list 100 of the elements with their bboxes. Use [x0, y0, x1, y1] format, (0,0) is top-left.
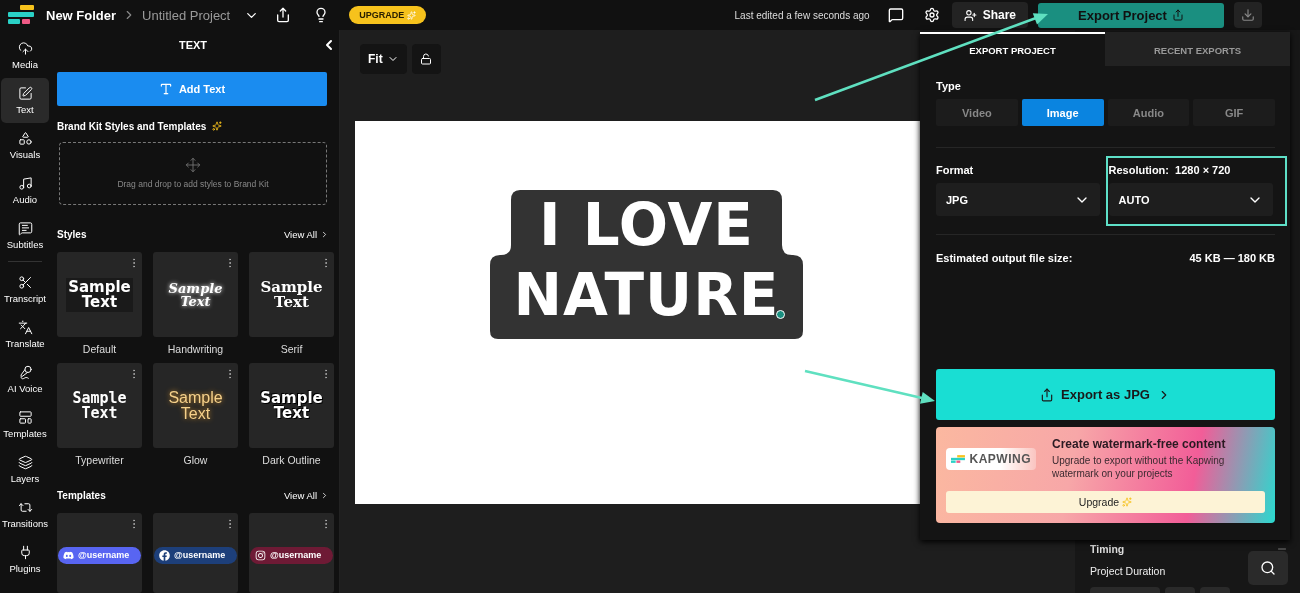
section-title: Styles	[57, 229, 87, 240]
nav-item[interactable]: Visuals	[1, 123, 49, 168]
style-label: Handwriting	[167, 343, 224, 355]
nav-item[interactable]: Media	[1, 33, 49, 78]
brand-kit-dropzone[interactable]: Drag and drop to add styles to Brand Kit	[59, 141, 327, 205]
zoom-dropdown[interactable]: Fit	[360, 44, 407, 74]
download-button[interactable]	[1234, 2, 1262, 28]
search-button[interactable]	[1248, 551, 1288, 585]
cloud-upload-icon	[17, 41, 33, 56]
selection-handle[interactable]	[776, 310, 785, 319]
move-icon	[185, 157, 201, 174]
project-title[interactable]: Untitled Project	[142, 7, 231, 23]
field-label: Format	[936, 164, 975, 176]
panel-tab[interactable]: RECENT EXPORTS	[1105, 32, 1290, 66]
export-button[interactable]: Export as JPG	[936, 369, 1275, 420]
upgrade-button[interactable]: UPGRADE	[349, 6, 427, 24]
style-card[interactable]: Sample Text	[153, 252, 238, 337]
instagram-icon	[255, 549, 266, 561]
unlock-icon	[420, 53, 433, 65]
comment-icon[interactable]	[887, 7, 904, 23]
promo-text: Upgrade to export without the Kapwing watermark on your projects	[1052, 454, 1226, 480]
nav-item[interactable]: Audio	[1, 168, 49, 213]
nav-item[interactable]: Transcript	[1, 267, 49, 312]
sample-text: Sample Text	[168, 281, 223, 308]
discord-icon	[63, 549, 74, 561]
sticker-text: NATURE	[513, 260, 780, 330]
type-option[interactable]: Image	[1021, 99, 1104, 126]
speech-bubble-icon	[17, 221, 33, 236]
folder-link[interactable]: New Folder	[46, 7, 117, 23]
nav-item[interactable]: AI Voice	[1, 357, 49, 402]
nav-item[interactable]: Text	[1, 78, 49, 123]
nav-item[interactable]: Translate	[1, 312, 49, 357]
nav-item[interactable]: Plugins	[1, 537, 49, 582]
template-card[interactable]: @username	[57, 513, 142, 593]
field-label: Type	[936, 80, 962, 92]
style-card[interactable]: Sample Text	[57, 252, 142, 337]
repeat-icon	[17, 500, 33, 515]
layers-icon	[17, 455, 33, 470]
sample-text: Sample Text	[66, 277, 133, 312]
scissors-icon	[17, 275, 33, 290]
size-value: 45 KB — 180 KB	[1189, 252, 1275, 264]
size-label: Estimated output file size:	[936, 252, 1073, 264]
microphone-icon	[17, 365, 33, 380]
kapwing-logo: KAPWING	[946, 447, 1036, 470]
style-card[interactable]: Sample Text	[249, 363, 334, 448]
type-option[interactable]: Video	[936, 99, 1018, 126]
canvas[interactable]: I LOVE NATURE	[355, 121, 920, 504]
chevron-right-icon	[320, 230, 329, 239]
chevron-right-icon	[320, 491, 329, 500]
share-icon	[1171, 9, 1184, 21]
sample-text: Sample Text	[72, 390, 127, 421]
upgrade-button[interactable]: Upgrade	[946, 491, 1265, 513]
logo-icon[interactable]	[8, 4, 36, 26]
sample-text: Sample Text	[260, 390, 323, 421]
add-user-icon	[963, 8, 977, 22]
download-icon	[1241, 8, 1255, 22]
view-all-link[interactable]: View All	[283, 490, 329, 501]
sticker-text: I LOVE	[539, 190, 754, 260]
style-card[interactable]: Sample Text	[153, 363, 238, 448]
share-icon[interactable]	[275, 7, 292, 23]
nav-item[interactable]: Transitions	[1, 492, 49, 537]
type-option[interactable]: GIF	[1193, 99, 1275, 126]
dropzone-hint: Drag and drop to add styles to Brand Kit	[117, 179, 269, 190]
template-card[interactable]: @username	[153, 513, 238, 593]
panel-title: TEXT	[178, 38, 208, 51]
sparkles-icon	[212, 121, 223, 131]
promo-title: Create watermark-free content	[1052, 437, 1227, 451]
sample-text: Sample Text	[260, 279, 323, 310]
nav-item[interactable]: Subtitles	[1, 213, 49, 258]
field-label: Project Duration	[1090, 565, 1166, 577]
style-label: Serif	[280, 343, 303, 355]
format-dropdown[interactable]: JPG	[936, 183, 1100, 216]
lock-button[interactable]	[411, 44, 441, 74]
share-button[interactable]: Share	[951, 2, 1028, 28]
settings-icon[interactable]	[923, 7, 940, 23]
style-label: Typewriter	[75, 454, 124, 466]
nav-item[interactable]: Layers	[1, 447, 49, 492]
style-label: Glow	[183, 454, 208, 466]
resolution-dropdown[interactable]: AUTO	[1108, 183, 1273, 216]
share-icon	[1040, 387, 1055, 402]
sparkles-icon	[407, 10, 417, 20]
nav-item[interactable]: Templates	[1, 402, 49, 447]
type-option[interactable]: Audio	[1107, 99, 1190, 126]
style-card[interactable]: Sample Text	[249, 252, 334, 337]
view-all-link[interactable]: View All	[283, 229, 329, 240]
text-icon	[158, 81, 173, 96]
style-label: Default	[82, 343, 117, 355]
export-project-button[interactable]: Export Project	[1038, 2, 1224, 28]
field-label: Resolution: 1280 × 720	[1108, 164, 1232, 176]
sample-text: Sample Text	[168, 389, 223, 422]
section-title: Templates	[57, 490, 106, 501]
panel-tab[interactable]: EXPORT PROJECT	[920, 32, 1105, 66]
style-card[interactable]: Sample Text	[57, 363, 142, 448]
search-icon	[1260, 560, 1276, 576]
pen-icon	[17, 86, 33, 101]
last-edited-text: Last edited a few seconds ago	[734, 9, 870, 21]
translate-icon	[17, 320, 33, 335]
template-card[interactable]: @username	[249, 513, 334, 593]
template-icon	[17, 410, 33, 425]
shapes-icon	[17, 131, 33, 146]
